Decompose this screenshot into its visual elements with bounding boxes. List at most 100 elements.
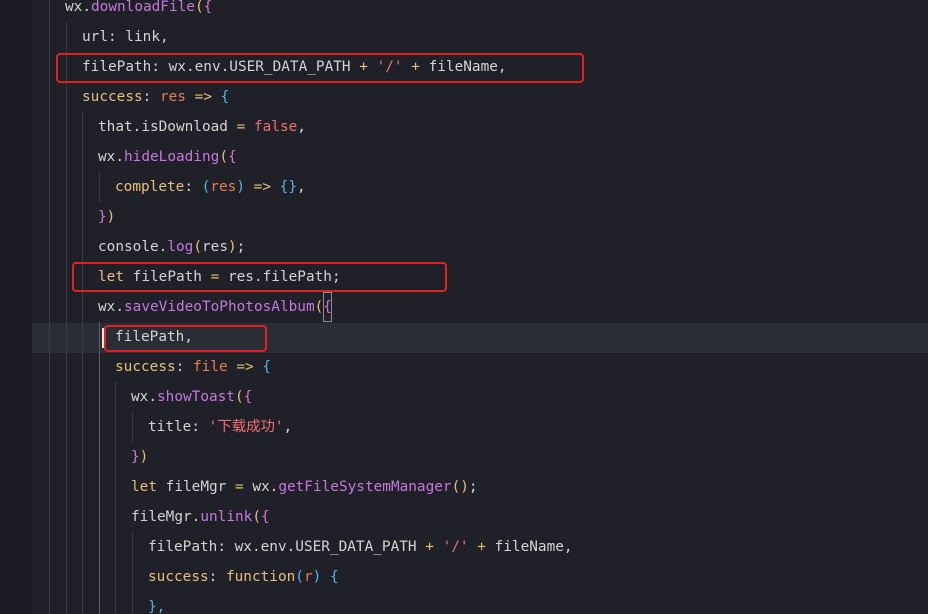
code-token: { [329,569,339,585]
code-token: console [98,239,159,255]
code-token: saveVideoToPhotosAlbum [124,299,315,315]
code-token: . [148,389,157,405]
code-token: filePath [148,539,218,555]
code-token: complete [115,179,185,195]
code-line: }) [98,202,115,232]
code-line: wx.hideLoading({ [98,142,237,172]
code-token: : [142,89,160,105]
code-token: { [227,149,237,165]
indent-guide [132,412,133,442]
code-token: ( [201,179,211,195]
code-token: : [191,419,209,435]
code-token: '/' [442,539,469,555]
code-token: { [262,359,271,375]
code-token: ( [252,509,261,525]
code-token: false [253,119,298,135]
code-token: {} [279,179,297,195]
code-token: file [192,359,228,375]
code-line: success: function(r) { [148,562,339,592]
code-token: ) [236,179,245,195]
code-token: : link, [108,29,169,45]
code-line: filePath: wx.env.USER_DATA_PATH + '/' + … [148,532,573,562]
code-token: } [98,209,107,225]
code-token: () [451,479,469,495]
code-token: success [148,569,209,585]
code-token: hideLoading [124,149,220,165]
code-token: : wx.env.USER_DATA_PATH [217,539,426,555]
indent-guide [132,532,133,614]
indent-guide [115,382,116,614]
code-token: url [82,29,108,45]
code-token: }, [148,599,166,614]
code-token: wx [131,389,149,405]
code-token: res [202,239,228,255]
code-line: that.isDownload = false, [98,112,306,142]
code-line: }) [131,442,148,472]
code-token: => [236,359,254,375]
code-line: success: file => { [115,352,271,382]
code-token: ( [295,569,304,585]
code-editor[interactable]: wx.downloadFile({ url: link, filePath: w… [0,0,928,614]
code-line: complete: (res) => {}, [115,172,306,202]
code-token: { [260,509,270,525]
code-token: = [234,479,244,495]
code-token: , [283,419,293,435]
code-token: getFileSystemManager [278,479,452,495]
code-token: fileName, [485,539,573,555]
code-line: url: link, [82,22,169,52]
code-token: : [208,569,226,585]
code-token: { [243,389,253,405]
code-token: , [297,119,306,135]
code-token: r [303,569,313,585]
code-token: let [131,479,157,495]
indent-guide-active [99,322,100,614]
editor-gutter [0,0,32,614]
code-token: => [194,89,212,105]
annotation-box-let-filepath [72,262,447,292]
indent-guide [66,22,67,614]
code-token: wx [65,0,83,15]
code-token: success [82,89,143,105]
code-line: wx.downloadFile({ [65,0,212,22]
code-token: title [148,419,192,435]
annotation-box-filepath-option [56,53,584,83]
code-token: res [159,89,186,105]
code-token: . [82,0,91,15]
code-token: , [296,179,306,195]
code-token: wx [98,299,116,315]
code-token: wx. [243,479,279,495]
code-token: downloadFile [91,0,195,15]
code-token: ) [139,449,149,465]
code-line: success: res => { [82,82,229,112]
code-line: wx.showToast({ [131,382,252,412]
code-token: : [184,179,202,195]
code-token: res [210,179,237,195]
code-token: => [253,179,271,195]
code-token: { [323,292,332,322]
code-token: ( [194,0,204,15]
code-token: ( [234,389,244,405]
code-line: fileMgr.unlink({ [131,502,270,532]
code-token: { [220,89,230,105]
code-token: ) [106,209,116,225]
annotation-box-filepath-shorthand [104,325,267,352]
code-token: + [477,539,486,555]
code-token: . [115,299,124,315]
code-token: ( [193,239,202,255]
code-token: showToast [157,389,235,405]
code-token: log [167,239,194,255]
code-token: ( [314,299,324,315]
code-token: ( [219,149,228,165]
code-token: . [115,149,124,165]
code-token: that.isDownload [98,119,237,135]
code-token: { [203,0,213,15]
code-token: fileMgr [157,479,235,495]
